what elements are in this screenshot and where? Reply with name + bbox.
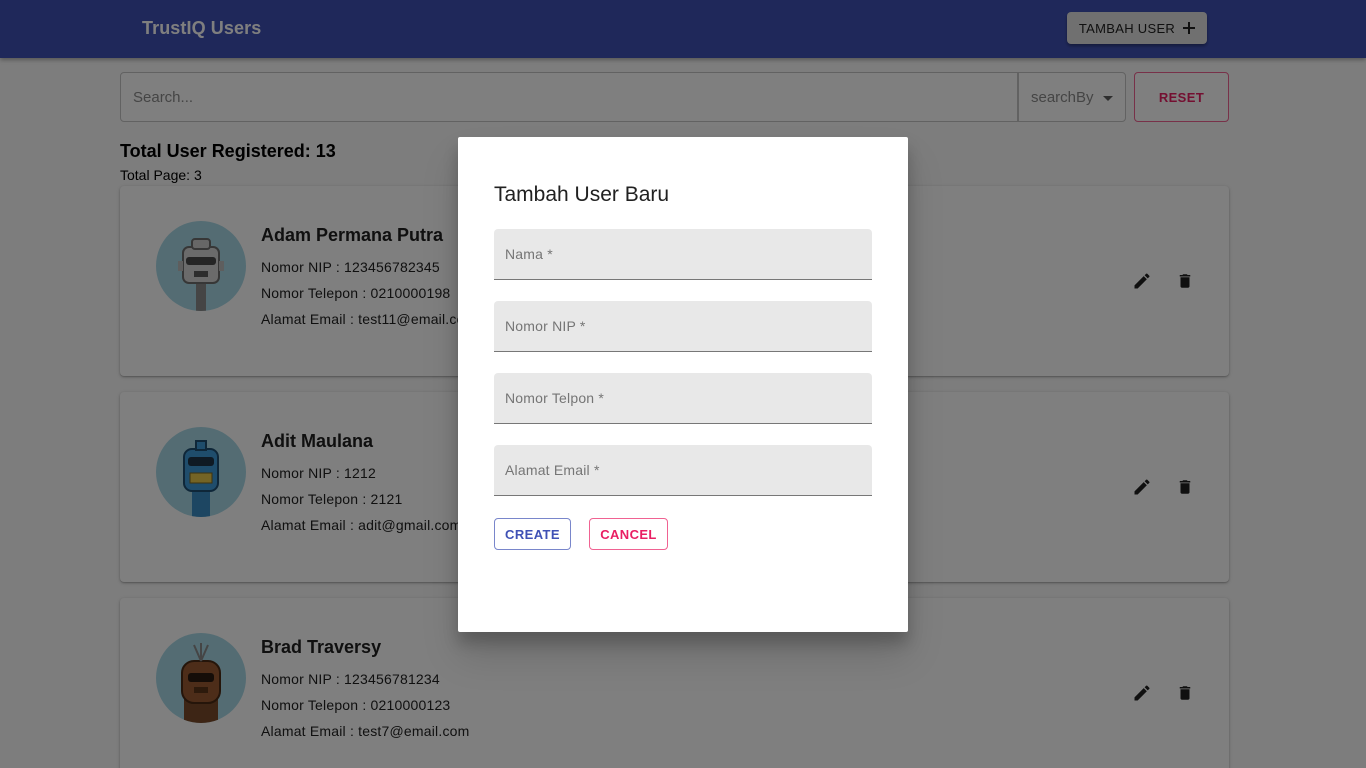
add-user-dialog: Tambah User Baru Nama * Nomor NIP * Nomo… bbox=[458, 137, 908, 632]
dialog-title: Tambah User Baru bbox=[494, 183, 670, 206]
create-button[interactable]: CREATE bbox=[494, 518, 571, 550]
nip-field[interactable]: Nomor NIP * bbox=[494, 301, 872, 352]
phone-input[interactable] bbox=[494, 373, 872, 423]
name-input[interactable] bbox=[494, 229, 872, 279]
nip-input[interactable] bbox=[494, 301, 872, 351]
name-field[interactable]: Nama * bbox=[494, 229, 872, 280]
phone-field[interactable]: Nomor Telpon * bbox=[494, 373, 872, 424]
cancel-button[interactable]: CANCEL bbox=[589, 518, 668, 550]
email-input[interactable] bbox=[494, 445, 872, 495]
email-field[interactable]: Alamat Email * bbox=[494, 445, 872, 496]
